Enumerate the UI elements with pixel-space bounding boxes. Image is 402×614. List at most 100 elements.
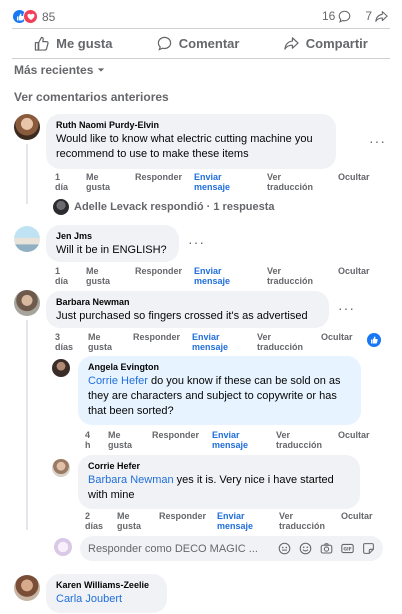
like-link[interactable]: Me gusta — [117, 511, 141, 531]
share-icon — [284, 36, 299, 50]
share-count[interactable]: 7 — [365, 9, 388, 23]
reply-link[interactable]: Responder — [135, 266, 182, 276]
avatar[interactable] — [52, 359, 70, 377]
comment-author[interactable]: Angela Evington — [88, 362, 351, 372]
send-message-link[interactable]: Enviar mensaje — [194, 266, 230, 286]
divider — [12, 58, 390, 59]
comment-text: Would like to know what electric cutting… — [56, 133, 313, 160]
hide-link[interactable]: Ocultar — [338, 266, 370, 276]
reply-compose-box[interactable]: Responder como DECO MAGIC ... GIF — [80, 536, 383, 561]
like-link[interactable]: Me gusta — [88, 332, 112, 352]
reply-link[interactable]: Responder — [152, 430, 199, 440]
hide-link[interactable]: Ocultar — [341, 511, 373, 521]
share-arrow-icon — [375, 10, 388, 22]
hide-link[interactable]: Ocultar — [338, 430, 370, 440]
comment-bubble-icon — [339, 10, 351, 23]
comment-author[interactable]: Corrie Hefer — [88, 461, 350, 471]
reaction-count: 85 — [42, 9, 56, 24]
thread-line — [26, 320, 28, 530]
comment-label: Comentar — [178, 35, 240, 51]
comment-time[interactable]: 4h — [85, 430, 91, 450]
mention-link[interactable]: Corrie Hefer — [88, 375, 148, 387]
comment-time[interactable]: 1 día — [55, 266, 68, 286]
send-message-link[interactable]: Enviar mensaje — [192, 332, 228, 352]
translate-link[interactable]: Ver traducción — [279, 511, 325, 531]
camera-icon[interactable] — [320, 542, 333, 555]
avatar[interactable] — [14, 226, 40, 252]
sticker-icon[interactable] — [362, 542, 375, 555]
hide-link[interactable]: Ocultar — [338, 172, 370, 182]
share-count-value: 7 — [365, 9, 372, 23]
post-actions: Me gusta Comentar Compartir — [12, 30, 390, 56]
translate-link[interactable]: Ver traducción — [257, 332, 303, 352]
avatar[interactable] — [52, 459, 70, 477]
like-label: Me gusta — [56, 35, 113, 51]
comment-bubble: Ruth Naomi Purdy-Elvin Would like to kno… — [46, 114, 336, 169]
comment-author[interactable]: Ruth Naomi Purdy-Elvin — [56, 120, 326, 130]
send-message-link[interactable]: Enviar mensaje — [194, 172, 230, 192]
more-options-icon[interactable]: ··· — [188, 234, 205, 250]
reply-link[interactable]: Responder — [159, 511, 206, 521]
page-avatar — [54, 538, 72, 556]
translate-link[interactable]: Ver traducción — [267, 172, 313, 192]
comment-author[interactable]: Barbara Newman — [56, 297, 319, 307]
comment-author[interactable]: Jen Jms — [56, 231, 169, 241]
comment-bubble: Angela Evington Corrie Hefer do you know… — [78, 356, 361, 425]
view-replies-link[interactable]: Adelle Levack respondió · 1 respuesta — [53, 199, 275, 215]
sort-dropdown[interactable]: Más recientes — [14, 63, 105, 77]
svg-text:GIF: GIF — [343, 547, 351, 553]
like-link[interactable]: Me gusta — [86, 266, 110, 286]
comment-text: Barbara Newman yes it is. Very nice i ha… — [88, 474, 334, 501]
like-link[interactable]: Me gusta — [86, 172, 110, 192]
share-label: Compartir — [305, 35, 368, 51]
avatar-sticker-icon[interactable] — [278, 542, 291, 555]
comment-time[interactable]: 3 días — [55, 332, 73, 352]
share-button[interactable]: Compartir — [284, 36, 368, 51]
emoji-icon[interactable] — [299, 542, 312, 555]
translate-link[interactable]: Ver traducción — [267, 266, 313, 286]
avatar[interactable] — [14, 114, 40, 140]
comment-meta: 1 día Me gusta Responder Enviar mensaje Ver… — [55, 172, 385, 194]
avatar — [53, 199, 69, 215]
thumbs-up-icon — [371, 336, 378, 344]
comment-count[interactable]: 16 — [322, 9, 351, 23]
divider — [12, 28, 390, 29]
chevron-down-icon — [98, 68, 105, 72]
reactions-summary[interactable]: 85 — [12, 9, 55, 24]
comment-meta: 2 días Me gusta Responder Enviar mensaje Ve… — [85, 511, 385, 533]
like-reaction-badge[interactable] — [367, 333, 381, 347]
gif-icon[interactable]: GIF — [341, 542, 354, 555]
comment-time[interactable]: 2 días — [85, 511, 103, 531]
comment-text: Just purchased so fingers crossed it's a… — [56, 310, 308, 322]
translate-link[interactable]: Ver traducción — [276, 430, 322, 450]
comment-meta: 3 días Me gusta Responder Enviar mensaje Ve… — [55, 332, 385, 354]
mention-link[interactable]: Carla Joubert — [56, 593, 122, 605]
thread-line — [26, 144, 28, 204]
comment-bubble: Corrie Hefer Barbara Newman yes it is. V… — [78, 455, 360, 509]
comment-time[interactable]: 1 día — [55, 172, 68, 192]
like-button[interactable]: Me gusta — [34, 36, 112, 51]
like-link[interactable]: Me gusta — [108, 430, 132, 450]
reply-summary: Adelle Levack respondió · 1 respuesta — [74, 201, 275, 213]
send-message-link[interactable]: Enviar mensaje — [217, 511, 253, 531]
view-previous-comments-link[interactable]: Ver comentarios anteriores — [14, 90, 169, 104]
comment-button[interactable]: Comentar — [157, 35, 240, 51]
reply-link[interactable]: Responder — [135, 172, 182, 182]
more-options-icon[interactable]: ··· — [369, 133, 386, 149]
avatar[interactable] — [14, 290, 40, 316]
sort-label: Más recientes — [14, 63, 94, 77]
reply-input[interactable]: Responder como DECO MAGIC ... — [88, 543, 258, 555]
thumbs-up-icon — [34, 36, 49, 51]
comment-icon — [157, 36, 171, 51]
comment-bubble: Jen Jms Will it be in ENGLISH? — [46, 225, 179, 262]
comment-author[interactable]: Karen Williams-Zeelie — [56, 580, 157, 590]
hide-link[interactable]: Ocultar — [321, 332, 353, 342]
comment-text: Will it be in ENGLISH? — [56, 244, 167, 256]
love-reaction-icon — [23, 9, 38, 24]
comment-text: Corrie Hefer do you know if these can be… — [88, 375, 341, 417]
avatar[interactable] — [14, 575, 40, 601]
mention-link[interactable]: Barbara Newman — [88, 474, 174, 486]
send-message-link[interactable]: Enviar mensaje — [212, 430, 248, 450]
reply-link[interactable]: Responder — [133, 332, 180, 342]
more-options-icon[interactable]: ··· — [338, 300, 355, 316]
